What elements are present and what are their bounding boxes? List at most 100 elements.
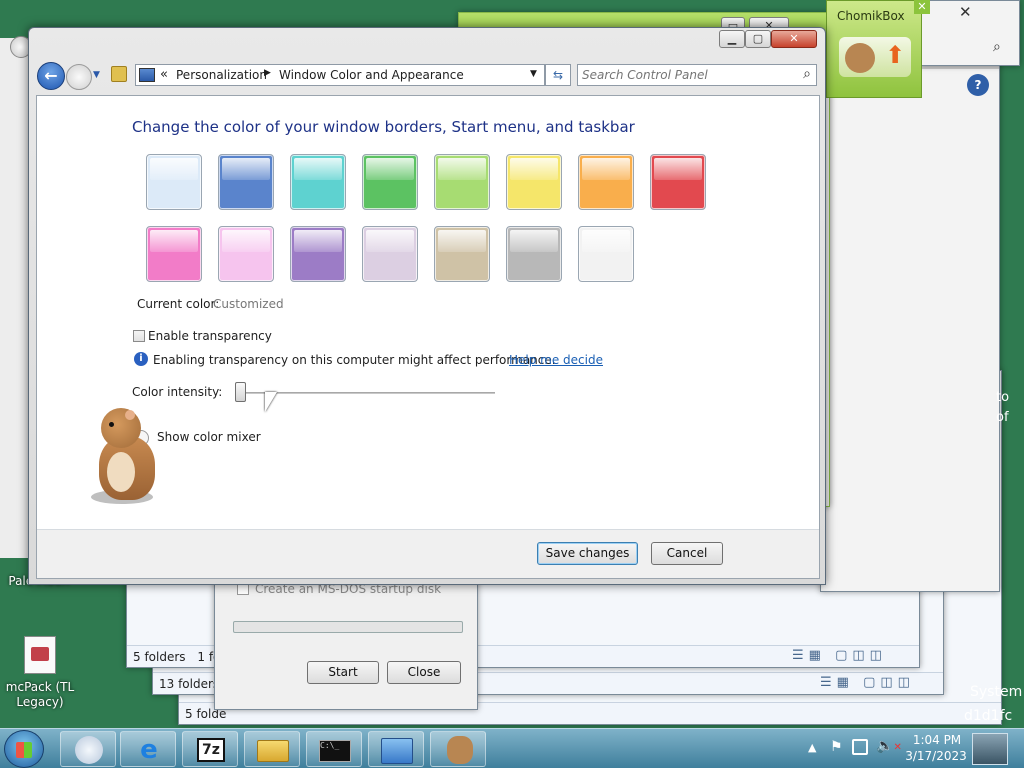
color-swatch[interactable] [650, 154, 706, 210]
search-box[interactable]: ⌕ [577, 64, 817, 86]
chomikbox-widget: ChomikBox ⬆ [826, 0, 922, 98]
desktop-text: of [996, 410, 1009, 425]
intensity-label: Color intensity: [132, 385, 223, 399]
color-swatch[interactable] [578, 226, 634, 282]
color-swatch[interactable] [218, 226, 274, 282]
color-swatch[interactable] [434, 154, 490, 210]
color-swatch[interactable] [362, 226, 418, 282]
page-title: Change the color of your window borders,… [132, 118, 635, 136]
network-icon[interactable] [852, 739, 868, 755]
transparency-label[interactable]: Enable transparency [148, 329, 272, 343]
current-color-value: Customized [213, 297, 284, 311]
color-swatch[interactable] [218, 154, 274, 210]
close-icon[interactable]: ✕ [959, 3, 972, 21]
save-changes-button[interactable]: Save changes [537, 542, 638, 565]
ie-icon: e [140, 735, 158, 765]
clock-time[interactable]: 1:04 PM [912, 733, 962, 747]
minimize-button[interactable]: ▁ [719, 30, 745, 48]
start-button-orb[interactable] [4, 730, 44, 768]
start-button[interactable]: Start [307, 661, 379, 684]
forward-button[interactable] [66, 64, 92, 90]
background-window-left [0, 38, 30, 558]
format-progress-bar [233, 621, 463, 633]
close-button[interactable]: ✕ [771, 30, 817, 48]
breadcrumb-item[interactable]: Window Color and Appearance [279, 68, 464, 82]
up-folder-icon[interactable] [111, 66, 127, 82]
taskbar-internet-explorer[interactable]: e [120, 731, 176, 767]
color-swatch[interactable] [290, 226, 346, 282]
taskbar: e 7z C:\_ ▲ ⚑ 🔈✕ 1:04 PM 3/17/2023 [0, 728, 1024, 768]
content-pane: Change the color of your window borders,… [36, 95, 820, 579]
volume-muted-icon[interactable]: 🔈✕ [876, 738, 902, 754]
search-icon[interactable]: ⌕ [803, 66, 811, 82]
address-dropdown-icon[interactable]: ▼ [530, 69, 537, 79]
chomik-icon [447, 736, 473, 764]
document-icon [24, 636, 56, 674]
address-bar[interactable]: « Personalization ▶ Window Color and App… [135, 64, 545, 86]
background-window-right: ✕ ? [820, 40, 1000, 592]
show-desktop-button[interactable] [972, 733, 1008, 765]
color-swatch[interactable] [506, 154, 562, 210]
recent-pages-dropdown-icon[interactable]: ▼ [93, 70, 100, 80]
7zip-icon: 7z [197, 738, 225, 762]
close-button[interactable]: Close [387, 661, 461, 684]
breadcrumb-separator-icon[interactable]: ▶ [264, 68, 271, 78]
taskbar-explorer[interactable] [244, 731, 300, 767]
color-swatch[interactable] [146, 226, 202, 282]
chomik-mascot-icon[interactable]: ⬆ [839, 37, 911, 77]
transparency-checkbox[interactable] [133, 330, 145, 342]
hamster-mascot-icon[interactable] [79, 406, 169, 516]
taskbar-control-panel[interactable] [368, 731, 424, 767]
show-color-mixer[interactable]: Show color mixer [157, 430, 261, 444]
color-swatch[interactable] [146, 154, 202, 210]
color-swatch[interactable] [362, 154, 418, 210]
control-panel-icon [139, 68, 155, 82]
color-swatch[interactable] [578, 154, 634, 210]
terminal-icon: C:\_ [319, 740, 351, 762]
taskbar-cmd[interactable]: C:\_ [306, 731, 362, 767]
desktop-icon-label: mcPack (TL Legacy) [5, 680, 75, 709]
help-me-decide-link[interactable]: Help me decide [509, 353, 603, 367]
color-swatch[interactable] [506, 226, 562, 282]
color-swatch[interactable] [290, 154, 346, 210]
desktop-icon-mcpack[interactable]: mcPack (TL Legacy) [2, 636, 78, 710]
breadcrumb-item[interactable]: Personalization [176, 68, 267, 82]
search-icon[interactable]: ⌕ [993, 39, 1001, 55]
view-icons[interactable]: ☰▦ ▢◫◫ [820, 675, 940, 691]
chomikbox-title: ChomikBox [837, 9, 905, 23]
format-dialog: Create an MS-DOS startup disk Start Clos… [214, 580, 478, 710]
top-right-window: ✕ ⌕ [920, 0, 1020, 66]
maximize-button[interactable]: ▢ [745, 30, 771, 48]
footer-bar: Save changes Cancel [37, 529, 819, 578]
view-icons[interactable]: ☰▦ ▢◫◫ [792, 648, 912, 664]
taskbar-pale-moon[interactable] [60, 731, 116, 767]
current-color-label: Current color: [137, 297, 220, 311]
close-widget-icon[interactable]: ✕ [914, 0, 930, 14]
clock-date[interactable]: 3/17/2023 [904, 749, 968, 763]
taskbar-7zip[interactable]: 7z [182, 731, 238, 767]
info-text: Enabling transparency on this computer m… [153, 353, 556, 367]
taskbar-chomikbox[interactable] [430, 731, 486, 767]
info-icon: i [134, 352, 148, 366]
search-input[interactable] [580, 66, 786, 84]
show-hidden-icons[interactable]: ▲ [808, 741, 816, 754]
mouse-cursor-icon [265, 392, 277, 412]
moon-icon [75, 736, 103, 764]
refresh-button[interactable]: ⇆ [545, 64, 571, 86]
desktop-text: to [996, 390, 1010, 405]
upload-arrow-icon: ⬆ [885, 41, 906, 69]
windows-logo-icon [16, 742, 32, 758]
breadcrumb-overflow-icon[interactable]: « [160, 67, 168, 82]
intensity-slider-thumb[interactable] [235, 382, 246, 402]
action-center-flag-icon[interactable]: ⚑ [830, 739, 843, 755]
help-icon[interactable]: ? [967, 74, 989, 96]
status-text: 13 folders [159, 677, 220, 691]
color-swatch[interactable] [434, 226, 490, 282]
control-panel-icon [381, 738, 413, 764]
desktop-text: System [970, 684, 1023, 700]
status-text: 5 folders [133, 650, 186, 664]
cancel-button[interactable]: Cancel [651, 542, 723, 565]
back-arrow-icon: ← [44, 66, 58, 85]
back-button[interactable]: ← [37, 62, 65, 90]
folder-icon [257, 740, 289, 762]
